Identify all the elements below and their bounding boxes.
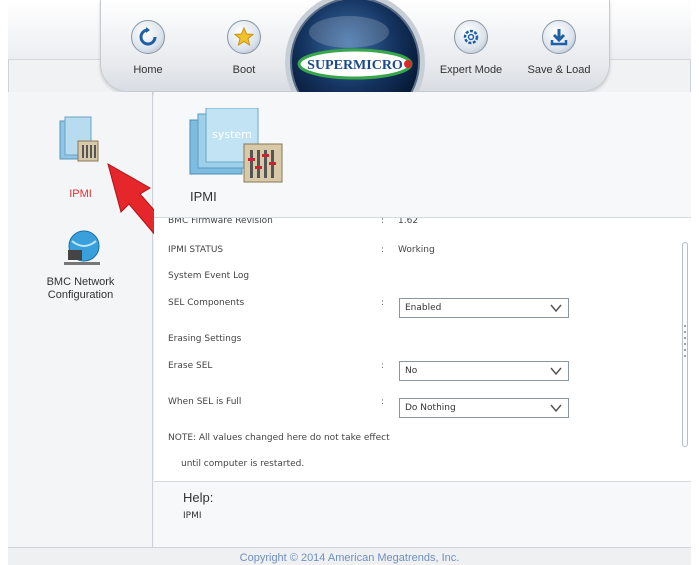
help-text: IPMI [183, 511, 202, 521]
ipmi-status-label: IPMI STATUS [168, 245, 224, 255]
boot-label: Boot [232, 64, 256, 76]
home-icon [131, 20, 165, 54]
main-panel: system IPMI BMC Firmware Revision : 1.62… [154, 92, 691, 547]
home-label: Home [133, 64, 163, 76]
expert-mode-label: Expert Mode [439, 64, 503, 76]
bmc-firmware-value: 1.62 [398, 218, 419, 226]
erase-sel-label: Erase SEL [168, 361, 213, 371]
sel-components-label: SEL Components [168, 298, 245, 308]
help-title: Help: [183, 490, 214, 505]
settings-list: BMC Firmware Revision : 1.62 IPMI STATUS… [154, 218, 691, 481]
colon: : [381, 218, 385, 226]
colon: : [381, 397, 385, 407]
download-icon [542, 20, 576, 54]
erase-sel-select[interactable]: No [399, 361, 569, 381]
chevron-down-icon [550, 304, 562, 313]
network-globe-icon [63, 230, 100, 265]
boot-star-icon [227, 20, 261, 54]
save-load-button[interactable]: Save & Load [524, 20, 594, 76]
ipmi-status-value: Working [398, 245, 435, 255]
colon: : [381, 361, 385, 371]
ipmi-system-icon [59, 116, 98, 162]
help-panel: Help: IPMI [154, 481, 691, 547]
erase-sel-value: No [405, 366, 418, 376]
chevron-down-icon [550, 367, 562, 376]
logo-text: SUPERMICRO [307, 58, 403, 73]
gear-icon [454, 20, 488, 54]
main-header: system IPMI [154, 92, 691, 218]
colon: : [381, 298, 385, 308]
erasing-section-header: Erasing Settings [168, 334, 242, 344]
footer: Copyright © 2014 American Megatrends, In… [8, 547, 691, 565]
boot-button[interactable]: Boot [209, 20, 279, 76]
bmc-firmware-label: BMC Firmware Revision [168, 218, 273, 226]
page-title: IPMI [190, 189, 217, 204]
settings-scrollbar[interactable] [682, 242, 688, 447]
scrollbar-grip [684, 325, 686, 361]
sel-components-select[interactable]: Enabled [399, 298, 569, 318]
sel-full-label: When SEL is Full [168, 397, 242, 407]
note-text-line2: until computer is restarted. [181, 459, 305, 469]
system-icon-text: system [212, 128, 252, 141]
save-load-label: Save & Load [527, 64, 591, 76]
system-settings-icon: system [189, 108, 283, 183]
sidebar-item-bmc-network-label: BMC Network Configuration [46, 276, 115, 301]
note-text-line1: NOTE: All values changed here do not tak… [168, 433, 390, 443]
copyright-text: Copyright © 2014 American Megatrends, In… [239, 552, 460, 564]
colon: : [381, 245, 385, 255]
sel-components-value: Enabled [405, 303, 442, 313]
expert-mode-button[interactable]: Expert Mode [436, 20, 506, 76]
sel-full-value: Do Nothing [405, 403, 456, 413]
chevron-down-icon [550, 404, 562, 413]
sel-full-select[interactable]: Do Nothing [399, 398, 569, 418]
home-button[interactable]: Home [113, 20, 183, 76]
sel-section-header: System Event Log [168, 271, 250, 281]
